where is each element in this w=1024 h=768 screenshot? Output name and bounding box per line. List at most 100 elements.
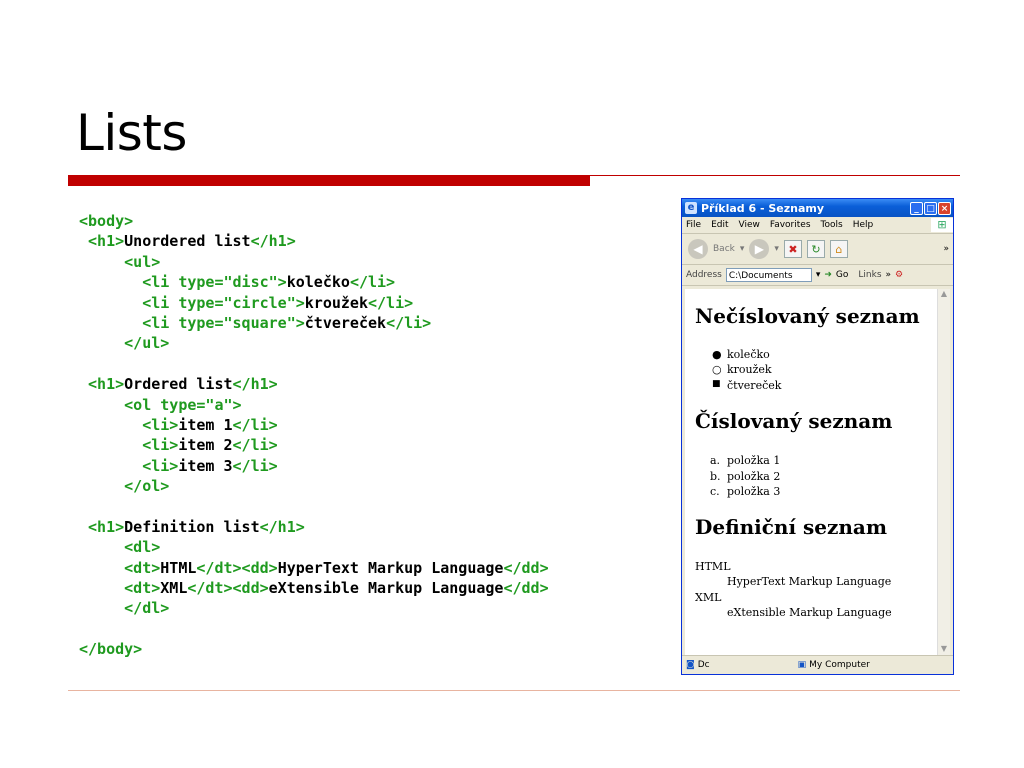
maximize-icon[interactable]: □ <box>924 201 937 215</box>
code-tag: <li type="disc"> <box>142 273 287 292</box>
address-input[interactable]: C:\Documents <box>725 268 812 282</box>
code-line: <body> <box>79 211 549 231</box>
browser-toolbar: ◀ Back ▾ ▶ ▾ ✖ ↻ ⌂ » <box>682 234 953 265</box>
browser-titlebar[interactable]: e Příklad 6 - Seznamy _ □ × <box>682 199 953 217</box>
code-line: <li type="circle">kroužek</li> <box>79 293 549 313</box>
links-label[interactable]: Links <box>858 270 881 280</box>
forward-arrow-icon[interactable]: ▶ <box>749 239 770 259</box>
go-arrow-icon[interactable]: ➜ <box>824 270 832 280</box>
code-tag: </li> <box>349 273 396 292</box>
code-tag: <dt> <box>124 579 161 598</box>
vertical-scrollbar[interactable]: ▲ ▼ <box>937 289 950 655</box>
ol-item-3: položka 3 <box>727 485 781 498</box>
title-accent-bar <box>68 175 590 186</box>
computer-icon: ▣ <box>797 660 807 670</box>
ol-marker-c: c. <box>710 485 720 498</box>
square-bullet-icon: ■ <box>712 379 721 389</box>
stop-icon[interactable]: ✖ <box>783 240 802 258</box>
minimize-icon[interactable]: _ <box>910 201 923 215</box>
back-label[interactable]: Back <box>713 244 735 254</box>
code-text: Ordered list <box>124 375 233 394</box>
menu-favorites[interactable]: Favorites <box>770 220 811 230</box>
ie-icon: e <box>685 202 697 214</box>
refresh-icon[interactable]: ↻ <box>806 240 825 258</box>
code-tag: <h1> <box>88 375 125 394</box>
menu-edit[interactable]: Edit <box>711 220 728 230</box>
code-line: <li>item 3</li> <box>79 456 549 476</box>
forward-dropdown-icon[interactable]: ▾ <box>774 244 779 254</box>
ul-item-2: kroužek <box>727 363 772 376</box>
ul-item-1: kolečko <box>727 348 770 361</box>
code-tag: </h1> <box>250 232 296 251</box>
back-arrow-icon[interactable]: ◀ <box>688 239 708 259</box>
windows-logo-icon: ⊞ <box>931 218 953 232</box>
menu-help[interactable]: Help <box>853 220 874 230</box>
menu-file[interactable]: File <box>686 220 701 230</box>
code-tag: </li> <box>368 293 414 312</box>
links-overflow-icon[interactable]: » <box>886 270 892 280</box>
ul-item-3: čtvereček <box>727 379 782 392</box>
address-bar: Address C:\Documents ▾ ➜ Go Links » ⚙ <box>682 265 953 286</box>
code-tag: <ul> <box>124 252 161 271</box>
links-tool-icon[interactable]: ⚙ <box>895 270 903 280</box>
code-tag: <h1> <box>88 517 125 536</box>
code-line: <dt>HTML</dt><dd>HyperText Markup Langua… <box>79 558 549 578</box>
code-line: <li>item 1</li> <box>79 415 549 435</box>
code-text: eXtensible Markup Language <box>268 579 504 598</box>
code-text: čtvereček <box>304 313 387 332</box>
code-tag: <li type="circle"> <box>142 293 305 312</box>
code-tag: </ul> <box>124 334 170 353</box>
menu-tools[interactable]: Tools <box>821 220 843 230</box>
go-button[interactable]: Go <box>836 270 848 280</box>
code-text: Definition list <box>124 517 260 536</box>
code-text: kolečko <box>286 273 350 292</box>
slide-title: Lists <box>76 104 187 162</box>
home-icon[interactable]: ⌂ <box>829 240 848 258</box>
scroll-up-icon[interactable]: ▲ <box>938 289 950 298</box>
code-tag: <ol type="a"> <box>124 395 242 414</box>
ol-marker-a: a. <box>710 454 721 467</box>
toolbar-overflow-icon[interactable]: » <box>943 244 949 254</box>
code-text: Unordered list <box>124 232 251 251</box>
menu-view[interactable]: View <box>739 220 760 230</box>
heading-definition: Definiční seznam <box>695 515 888 539</box>
code-tag: </dd> <box>503 579 549 598</box>
code-text: item 2 <box>178 436 233 455</box>
code-text: XML <box>160 579 188 598</box>
back-dropdown-icon[interactable]: ▾ <box>740 244 745 254</box>
code-line: </dl> <box>79 598 549 618</box>
scroll-down-icon[interactable]: ▼ <box>938 644 950 653</box>
browser-window: e Příklad 6 - Seznamy _ □ × File Edit Vi… <box>681 198 954 675</box>
code-line: <li type="disc">kolečko</li> <box>79 272 549 292</box>
code-tag: </li> <box>232 436 278 455</box>
page-viewport: Nečíslovaný seznam ● kolečko ○ kroužek ■… <box>685 289 937 655</box>
code-tag: </li> <box>232 415 278 434</box>
heading-unordered: Nečíslovaný seznam <box>695 304 920 328</box>
zone-label: My Computer <box>809 660 870 670</box>
address-dropdown-icon[interactable]: ▾ <box>816 270 821 280</box>
bottom-rule <box>68 690 960 691</box>
page-status-icon: ◙ <box>686 660 695 670</box>
code-tag: <h1> <box>88 232 125 251</box>
ol-marker-b: b. <box>710 470 721 483</box>
code-line: </ol> <box>79 476 549 496</box>
code-line: <ul> <box>79 252 549 272</box>
code-tag: </dd> <box>503 558 549 577</box>
code-text: HTML <box>160 558 197 577</box>
dl-definition-1: HyperText Markup Language <box>727 575 892 588</box>
dl-term-1: HTML <box>695 560 731 573</box>
code-text: HyperText Markup Language <box>277 558 504 577</box>
code-tag: <body> <box>79 212 134 230</box>
close-icon[interactable]: × <box>938 201 951 215</box>
circle-bullet-icon: ○ <box>712 363 722 376</box>
